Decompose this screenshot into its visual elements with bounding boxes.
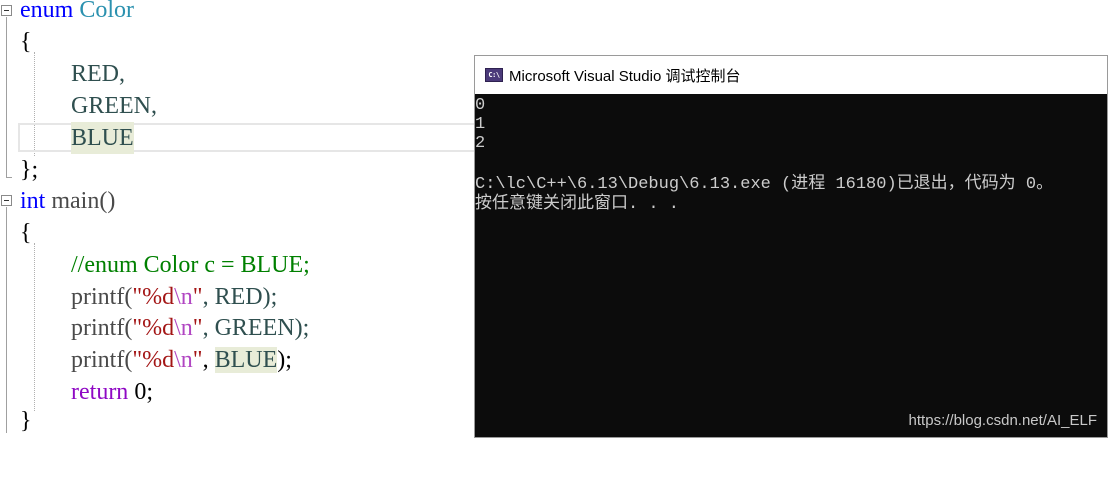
console-app-icon: C:\ <box>485 68 503 82</box>
return-value: 0; <box>128 379 153 405</box>
code-line-13: return 0; <box>0 376 153 408</box>
function-call: printf( <box>71 347 133 373</box>
brace: { <box>20 29 32 55</box>
function-name: main() <box>51 188 116 214</box>
code-line-7: int main() <box>0 185 115 217</box>
console-line: 按任意键关闭此窗口. . . <box>475 195 680 214</box>
code-line-1: enum Color <box>0 0 134 26</box>
code-line-14: } <box>0 405 32 437</box>
console-title: Microsoft Visual Studio 调试控制台 <box>509 67 741 85</box>
escape-seq: \n <box>174 347 193 373</box>
code-line-2: { <box>0 26 32 58</box>
string-literal: " <box>192 284 203 310</box>
string-literal: "%d <box>132 347 175 373</box>
keyword: int <box>20 188 46 214</box>
indent-guide <box>34 243 35 411</box>
brace: } <box>20 408 32 434</box>
function-call: printf( <box>71 315 133 341</box>
argument: , RED); <box>202 284 278 310</box>
debug-console-window[interactable]: C:\ Microsoft Visual Studio 调试控制台 0 1 2 … <box>474 55 1108 438</box>
argument-highlighted: BLUE <box>214 347 278 373</box>
code-line-9: //enum Color c = BLUE; <box>0 249 310 281</box>
escape-seq: \n <box>174 284 193 310</box>
string-literal: "%d <box>132 284 175 310</box>
brace: { <box>20 220 32 246</box>
console-icon-text: C:\ <box>488 71 500 79</box>
separator: ); <box>277 347 292 373</box>
console-line: 1 <box>475 115 486 134</box>
code-line-11: printf("%d\n", GREEN); <box>0 312 309 344</box>
code-line-6: }; <box>0 154 38 186</box>
code-line-4: GREEN, <box>0 90 157 122</box>
console-titlebar[interactable]: C:\ Microsoft Visual Studio 调试控制台 <box>475 56 1107 94</box>
escape-seq: \n <box>174 315 193 341</box>
code-line-12: printf("%d\n", BLUE); <box>0 344 292 376</box>
console-line: 2 <box>475 134 486 153</box>
string-literal: " <box>192 315 203 341</box>
argument: , GREEN); <box>202 315 310 341</box>
console-line: C:\lc\C++\6.13\Debug\6.13.exe (进程 16180)… <box>475 175 1054 194</box>
string-literal: " <box>192 347 203 373</box>
brace: }; <box>20 157 39 183</box>
console-line: 0 <box>475 96 486 115</box>
function-call: printf( <box>71 284 133 310</box>
code-line-5: BLUE <box>0 122 134 154</box>
separator: , <box>202 347 215 373</box>
string-literal: "%d <box>132 315 175 341</box>
watermark: https://blog.csdn.net/AI_ELF <box>908 412 1097 429</box>
code-line-3: RED, <box>0 58 125 90</box>
code-line-10: printf("%d\n", RED); <box>0 281 277 313</box>
console-output[interactable]: 0 1 2 C:\lc\C++\6.13\Debug\6.13.exe (进程 … <box>475 94 1107 437</box>
code-line-8: { <box>0 217 32 249</box>
type-name: Color <box>79 0 134 23</box>
enum-member: RED, <box>71 61 125 87</box>
keyword: enum <box>20 0 74 23</box>
comment: //enum Color c = BLUE; <box>71 252 310 278</box>
keyword-return: return <box>71 379 129 405</box>
enum-member: GREEN, <box>71 93 157 119</box>
enum-member: BLUE <box>71 122 134 154</box>
